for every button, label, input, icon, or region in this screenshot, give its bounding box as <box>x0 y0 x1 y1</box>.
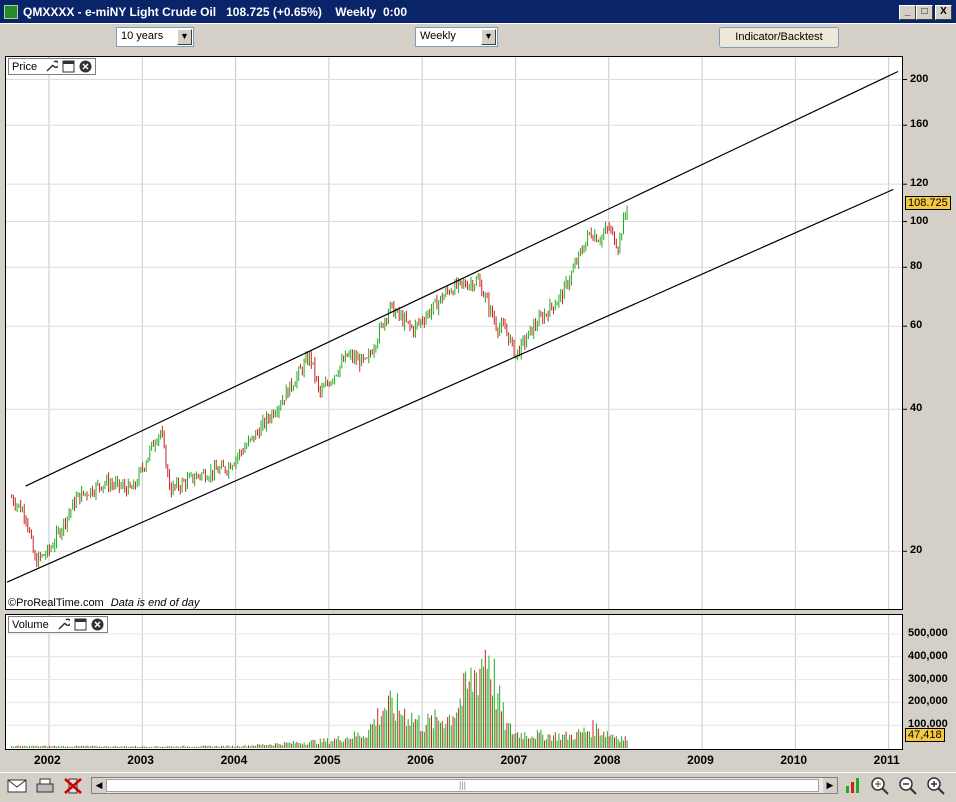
zoom-out-icon[interactable] <box>897 776 919 796</box>
last-volume-tag: 47,418 <box>905 728 945 742</box>
x-tick-label: 2005 <box>313 753 341 767</box>
window-icon[interactable] <box>62 60 75 73</box>
volume-tick-label: 400,000 <box>908 649 948 662</box>
x-tick-label: 2008 <box>593 753 621 767</box>
close-panel-icon[interactable] <box>79 60 92 73</box>
chevron-down-icon[interactable]: ▼ <box>177 29 192 45</box>
price-tick-label: 200 <box>910 72 929 85</box>
volume-tick-label: 200,000 <box>908 695 948 708</box>
x-tick-label: 2004 <box>220 753 248 767</box>
x-tick-label: 2009 <box>687 753 714 767</box>
minimize-button[interactable]: _ <box>899 5 916 20</box>
print-icon[interactable] <box>34 776 56 796</box>
x-tick-label: 2003 <box>127 753 154 767</box>
chevron-down-icon[interactable]: ▼ <box>481 29 496 45</box>
price-tick-label: 160 <box>910 118 929 131</box>
price-panel-label: Price <box>12 60 38 73</box>
chart-watermark: ©ProRealTime.com Data is end of day <box>8 597 199 609</box>
scroll-right-button[interactable]: ▶ <box>823 778 837 793</box>
volume-panel-header: Volume <box>8 616 108 633</box>
app-icon <box>4 5 18 19</box>
zoom-fit-icon[interactable] <box>869 776 891 796</box>
no-signal-icon[interactable] <box>62 776 84 796</box>
close-button[interactable]: X <box>935 5 952 20</box>
x-tick-label: 2011 <box>873 753 900 767</box>
price-tick-label: 100 <box>910 214 929 227</box>
data-note: Data is end of day <box>110 597 200 609</box>
window-titlebar[interactable]: QMXXXX - e-miNY Light Crude Oil 108.725 … <box>0 0 956 24</box>
price-tick-label: 20 <box>910 544 923 557</box>
watermark-text: ©ProRealTime.com <box>8 597 104 609</box>
price-tick-label: 120 <box>910 177 929 190</box>
last-price-tag: 108.725 <box>905 196 951 210</box>
window-title: QMXXXX - e-miNY Light Crude Oil 108.725 … <box>23 5 408 19</box>
interval-select[interactable]: Weekly ▼ <box>415 27 498 47</box>
indicator-backtest-button[interactable]: Indicator/Backtest <box>719 27 839 48</box>
interval-select-value: Weekly <box>420 30 456 42</box>
price-tick-label: 60 <box>910 319 923 332</box>
zoom-in-icon[interactable] <box>925 776 947 796</box>
volume-tick-label: 300,000 <box>908 672 948 685</box>
scroll-left-button[interactable]: ◀ <box>92 778 106 793</box>
chart-icon[interactable] <box>842 776 864 796</box>
close-panel-icon[interactable] <box>91 618 104 631</box>
x-tick-label: 2006 <box>407 753 434 767</box>
period-select[interactable]: 10 years ▼ <box>116 27 194 47</box>
x-tick-label: 2010 <box>780 753 808 767</box>
price-tick-label: 80 <box>910 260 923 273</box>
window-icon[interactable] <box>74 618 87 631</box>
wrench-icon[interactable] <box>45 60 59 73</box>
volume-panel[interactable]: Volume <box>5 614 903 750</box>
x-tick-label: 2002 <box>33 753 61 767</box>
price-tick-label: 40 <box>910 402 923 415</box>
time-scrollbar[interactable]: ◀ ||| ▶ <box>91 777 838 794</box>
maximize-button[interactable]: □ <box>916 5 933 20</box>
status-bar: ◀ ||| ▶ <box>0 772 956 802</box>
volume-tick-label: 500,000 <box>908 626 948 639</box>
mail-icon[interactable] <box>6 776 28 796</box>
period-select-value: 10 years <box>121 30 164 42</box>
chart-toolbar: 10 years ▼ Weekly ▼ Indicator/Backtest <box>0 25 956 50</box>
wrench-icon[interactable] <box>57 618 70 631</box>
x-tick-label: 2007 <box>500 753 528 767</box>
volume-panel-label: Volume <box>12 618 49 631</box>
price-panel-header: Price <box>8 58 97 75</box>
scroll-thumb[interactable]: ||| <box>106 779 819 792</box>
price-panel[interactable]: Price ©ProRealTime.com Data is end of da… <box>5 56 903 610</box>
